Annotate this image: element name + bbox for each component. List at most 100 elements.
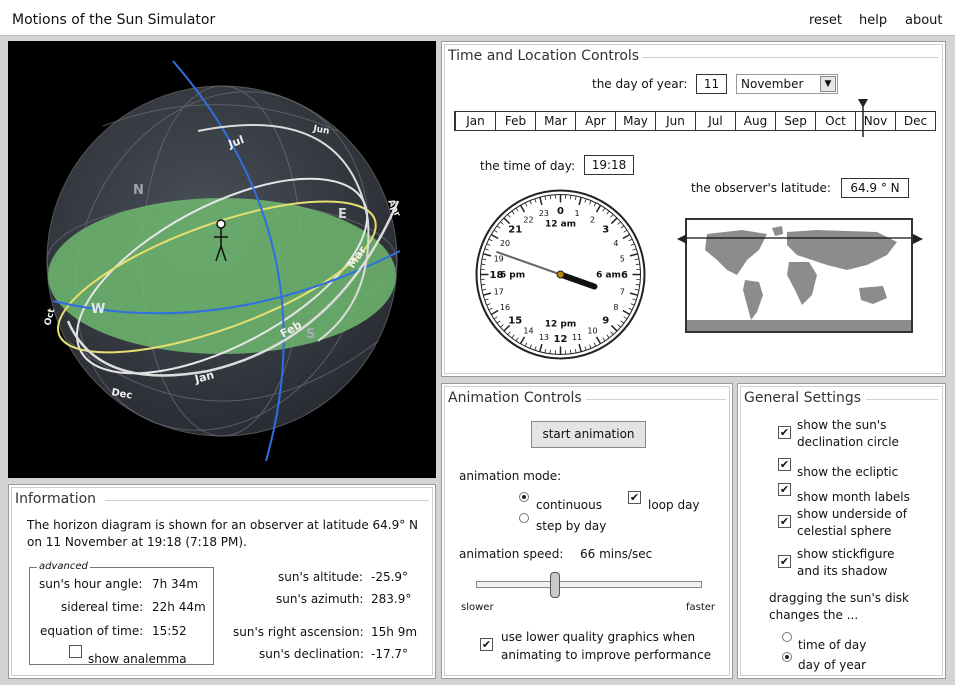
loop-day-checkbox[interactable]: ✔	[628, 491, 641, 504]
clock-label-top: 12 am	[545, 220, 576, 230]
clock-tick	[549, 349, 551, 354]
general-settings-title: General Settings	[744, 390, 866, 406]
clock-hour-label: 8	[613, 303, 618, 312]
declination-circle-checkbox[interactable]: ✔	[778, 426, 791, 439]
analemma-checkbox[interactable]	[69, 645, 82, 658]
ecliptic-checkbox[interactable]: ✔	[778, 458, 791, 471]
right-ascension-value: 15h 9m	[371, 625, 418, 639]
time-location-title: Time and Location Controls	[448, 48, 644, 64]
speed-slider-thumb[interactable]	[550, 572, 561, 598]
day-of-year-input[interactable]: 11	[696, 74, 727, 94]
world-map-svg	[687, 226, 911, 331]
equation-of-time-value: 15:52	[152, 624, 187, 638]
clock-hour-label: 13	[539, 333, 549, 342]
information-title: Information	[15, 491, 101, 507]
clock-label-right: 6 am	[596, 271, 621, 281]
month-strip-item[interactable]: Oct	[815, 112, 855, 130]
latitude-marker-left[interactable]	[676, 230, 688, 244]
west-label: W	[91, 302, 105, 317]
stickfigure-label-2: and its shadow	[797, 564, 888, 578]
speed-slider-track[interactable]	[476, 581, 702, 588]
day-of-year-label: the day of year:	[592, 77, 688, 91]
underside-checkbox[interactable]: ✔	[778, 515, 791, 528]
mode-step-radio[interactable]	[519, 513, 529, 523]
clock-hand-pivot	[556, 270, 565, 279]
drag-time-radio[interactable]	[782, 632, 792, 642]
month-strip-item[interactable]: Sep	[775, 112, 815, 130]
clock-tick	[635, 263, 640, 265]
app-title: Motions of the Sun Simulator	[12, 12, 216, 28]
hour-angle-label: sun's hour angle:	[39, 577, 143, 591]
clock-tick	[481, 263, 486, 265]
stickfigure-checkbox[interactable]: ✔	[778, 555, 791, 568]
help-link[interactable]: help	[859, 13, 887, 28]
declination-circle-label-2: declination circle	[797, 435, 899, 449]
month-labels-checkbox[interactable]: ✔	[778, 483, 791, 496]
low-quality-checkbox[interactable]: ✔	[480, 638, 493, 651]
drag-description-1: dragging the sun's disk	[769, 591, 909, 605]
mode-step-label: step by day	[536, 519, 607, 533]
drag-day-radio[interactable]	[782, 652, 792, 662]
day-marker[interactable]	[857, 99, 869, 137]
month-strip-item[interactable]: May	[615, 112, 655, 130]
world-map[interactable]	[685, 218, 913, 333]
clock-hour-label: 4	[613, 239, 618, 248]
clock-hour-label: 12	[554, 334, 568, 345]
ecliptic-label: show the ecliptic	[797, 465, 899, 479]
latitude-marker-right[interactable]	[912, 230, 924, 244]
drag-day-label: day of year	[798, 658, 867, 672]
clock-label-left: 6 pm	[500, 271, 525, 281]
slower-label: slower	[461, 602, 494, 613]
time-clock[interactable]: 0 1 2 3 4 5 6 7 8 9 10 11 12 13 14 15 16 17 18 19 20 21 22 23 12…	[473, 187, 648, 362]
month-strip-item[interactable]: Jun	[655, 112, 695, 130]
about-link[interactable]: about	[905, 13, 943, 28]
drag-time-label: time of day	[798, 638, 867, 652]
reset-link[interactable]: reset	[809, 13, 842, 28]
underside-label-1: show underside of	[797, 507, 907, 521]
low-quality-label-2: animating to improve performance	[501, 648, 712, 662]
clock-hour-label: 1	[575, 209, 580, 218]
underside-label-2: celestial sphere	[797, 524, 892, 538]
time-of-day-label: the time of day:	[480, 159, 576, 173]
month-strip-item[interactable]: Mar	[535, 112, 575, 130]
start-animation-button[interactable]: start animation	[531, 421, 646, 448]
latitude-input[interactable]: 64.9 ° N	[841, 178, 909, 198]
hour-angle-value: 7h 34m	[152, 577, 199, 591]
loop-day-label: loop day	[648, 498, 700, 512]
animation-speed-label: animation speed:	[459, 547, 564, 561]
time-of-day-input[interactable]: 19:18	[584, 155, 634, 175]
clock-hour-label: 14	[523, 326, 533, 335]
chevron-down-icon[interactable]: ▼	[820, 76, 836, 92]
celestial-sphere-svg[interactable]: N E W S Jul Jun Apr Mar Feb Jan Dec Oct	[8, 41, 436, 478]
month-strip-item[interactable]: Jul	[695, 112, 735, 130]
animation-mode-label: animation mode:	[459, 469, 562, 483]
month-strip-item[interactable]: Apr	[575, 112, 615, 130]
stickfigure-label-1: show stickfigure	[797, 547, 895, 561]
month-strip-item[interactable]: Feb	[495, 112, 535, 130]
clock-tick	[481, 284, 486, 286]
time-location-panel: Time and Location Controls the day of ye…	[441, 41, 946, 377]
declination-label: sun's declination:	[259, 647, 365, 661]
declination-value: -17.7°	[371, 647, 409, 661]
month-select[interactable]: November ▼	[736, 74, 838, 94]
azimuth-label: sun's azimuth:	[276, 592, 364, 606]
month-strip-item[interactable]: Dec	[895, 112, 935, 130]
sidereal-time-value: 22h 44m	[152, 600, 206, 614]
clock-hour-label: 19	[494, 254, 504, 263]
clock-hour-label: 6	[621, 270, 628, 281]
month-labels-label: show month labels	[797, 490, 910, 504]
continents	[687, 226, 911, 331]
latitude-label: the observer's latitude:	[691, 181, 831, 195]
analemma-label: show analemma	[88, 652, 187, 666]
animation-title: Animation Controls	[448, 390, 586, 406]
mode-continuous-radio[interactable]	[519, 492, 529, 502]
celestial-sphere-view[interactable]: N E W S Jul Jun Apr Mar Feb Jan Dec Oct	[8, 41, 436, 478]
declination-circle-label-1: show the sun's	[797, 418, 887, 432]
information-panel: Information The horizon diagram is shown…	[8, 484, 436, 679]
clock-label-bottom: 12 pm	[545, 320, 576, 330]
info-description-line2: on 11 November at 19:18 (7:18 PM).	[27, 535, 247, 549]
clock-hour-label: 15	[508, 315, 522, 326]
month-strip-item[interactable]: Aug	[735, 112, 775, 130]
month-strip-item[interactable]: Jan	[455, 112, 495, 130]
clock-hour-label: 11	[572, 333, 582, 342]
